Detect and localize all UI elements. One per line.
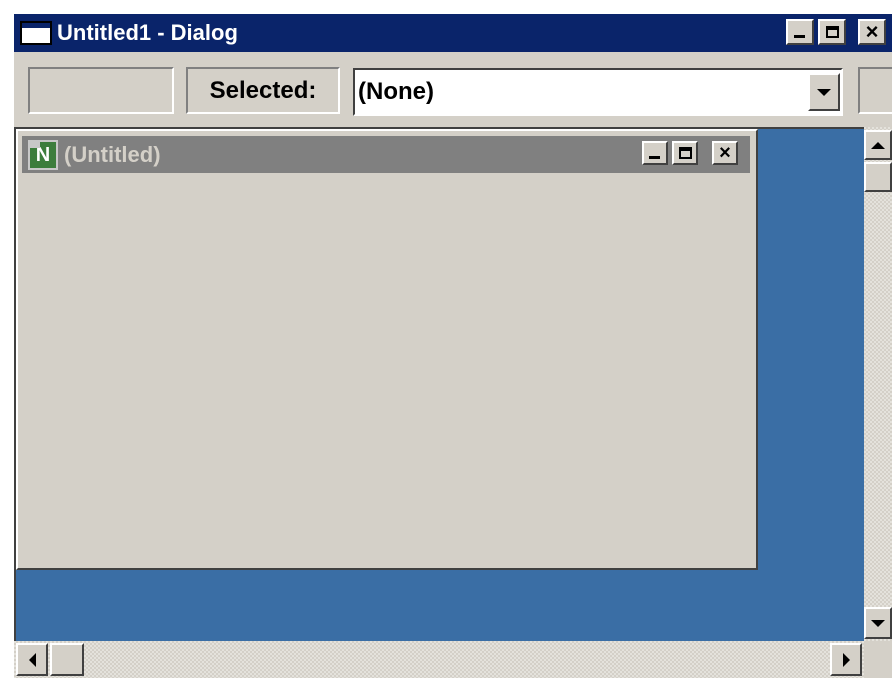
scroll-right-button[interactable] <box>830 643 862 676</box>
selection-value[interactable]: (None) <box>358 72 434 112</box>
dialog-window-icon[interactable] <box>20 21 52 45</box>
vertical-scroll-thumb[interactable] <box>864 162 892 192</box>
minimize-icon <box>794 26 806 38</box>
close-icon: × <box>865 19 879 44</box>
vertical-scrollbar[interactable] <box>864 127 892 641</box>
horizontal-scrollbar[interactable] <box>14 641 864 678</box>
close-icon: × <box>719 142 731 164</box>
toolbar-field-right <box>858 67 892 114</box>
scroll-down-button[interactable] <box>864 607 892 639</box>
minimize-icon <box>649 147 661 159</box>
status-field <box>28 67 174 114</box>
arrow-right-icon <box>842 652 850 667</box>
combobox-dropdown-button[interactable] <box>808 73 840 111</box>
maximize-icon <box>825 26 839 38</box>
selected-label: Selected: <box>186 67 340 114</box>
child-window-title: (Untitled) <box>64 142 161 167</box>
horizontal-scroll-thumb[interactable] <box>50 643 84 676</box>
n-document-icon[interactable]: N <box>28 140 58 170</box>
arrow-down-icon <box>871 619 885 627</box>
chevron-down-icon <box>817 88 831 96</box>
maximize-icon <box>678 147 692 159</box>
window-title: Untitled1 - Dialog <box>57 20 238 45</box>
scrollbar-corner <box>864 641 892 678</box>
scroll-up-button[interactable] <box>864 130 892 160</box>
minimize-button[interactable] <box>786 19 814 45</box>
child-minimize-button[interactable] <box>642 141 668 165</box>
close-button[interactable]: × <box>858 19 886 45</box>
child-close-button[interactable]: × <box>712 141 738 165</box>
maximize-button[interactable] <box>818 19 846 45</box>
scroll-left-button[interactable] <box>16 643 48 676</box>
arrow-up-icon <box>871 141 885 149</box>
child-window[interactable] <box>16 129 758 570</box>
arrow-left-icon <box>28 652 36 667</box>
child-maximize-button[interactable] <box>672 141 698 165</box>
